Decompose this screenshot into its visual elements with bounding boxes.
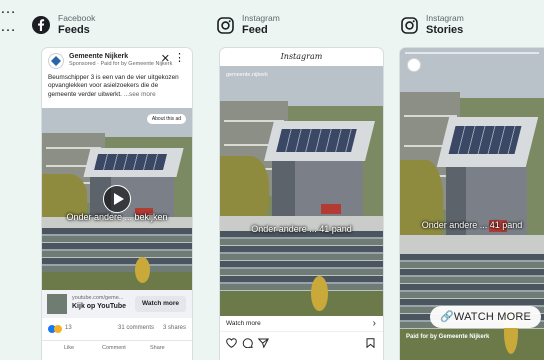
instagram-logo-icon: [398, 14, 420, 36]
video-subtitle: Onder andere ... bekijken: [66, 212, 168, 222]
watch-more-button[interactable]: Watch more: [135, 296, 186, 312]
watch-more-label[interactable]: Watch more: [226, 320, 261, 327]
instagram-stories-header: Instagram Stories: [398, 8, 464, 42]
watch-more-button[interactable]: 🔗WATCH MORE: [430, 306, 542, 328]
bookmark-icon[interactable]: [366, 338, 375, 351]
instagram-wordmark: Instagram: [280, 52, 323, 61]
engagement-stats: 13 31 comments 3 shares: [48, 324, 186, 336]
heart-icon[interactable]: [226, 338, 237, 351]
platform-label: Instagram: [242, 12, 280, 23]
instagram-feed-preview[interactable]: Instagram Onder andere ... 41 pand gemee…: [220, 48, 383, 360]
sponsored-line: Sponsored · Paid for by Gemeente Nijkerk: [69, 61, 173, 67]
facebook-feed-preview[interactable]: Gemeente Nijkerk Sponsored · Paid for by…: [42, 48, 192, 360]
facebook-logo-icon: [30, 14, 52, 36]
comment-count[interactable]: 31 comments: [118, 325, 154, 331]
like-button[interactable]: Like: [64, 345, 74, 351]
about-this-ad-button[interactable]: About this ad: [146, 114, 186, 124]
feed-video[interactable]: Onder andere ... 41 pand: [220, 66, 383, 316]
placement-label: Feed: [242, 23, 268, 36]
comment-button[interactable]: Comment: [102, 345, 126, 351]
watch-more-bar[interactable]: Watch more ›: [220, 316, 383, 332]
story-progress-bar: [405, 52, 539, 54]
platform-label: Instagram: [426, 12, 464, 23]
close-icon[interactable]: ✕: [161, 52, 170, 65]
love-reaction-icon: [54, 325, 62, 333]
see-more-link[interactable]: ...see more: [124, 91, 156, 98]
page-name[interactable]: Gemeente Nijkerk: [69, 53, 128, 60]
link-thumbnail: [47, 294, 67, 314]
more-options-icon[interactable]: ⋮: [174, 51, 185, 64]
instagram-logo-icon: [214, 14, 236, 36]
post-caption: Beumschipper 3 is een van de vier uitgek…: [48, 74, 186, 99]
facebook-post-header: Gemeente Nijkerk Sponsored · Paid for by…: [42, 48, 192, 108]
reaction-count[interactable]: 13: [65, 325, 72, 331]
share-button[interactable]: Share: [150, 345, 165, 351]
share-count[interactable]: 3 shares: [163, 325, 186, 331]
play-icon[interactable]: [103, 185, 131, 213]
video-subtitle: Onder andere ... 41 pand: [251, 224, 352, 234]
video-thumbnail[interactable]: About this ad Onder andere ... bekijken: [42, 108, 192, 290]
send-icon[interactable]: [257, 338, 270, 351]
paid-for-by-label: Paid for by Gemeente Nijkerk: [406, 334, 490, 340]
account-username[interactable]: gemeente.nijkerk: [226, 72, 268, 78]
facebook-feeds-header: Facebook Feeds: [30, 8, 95, 42]
instagram-feed-header: Instagram Feed: [214, 8, 280, 42]
placement-label: Stories: [426, 23, 464, 36]
page-avatar: [48, 53, 64, 69]
post-actions: Like Comment Share: [42, 340, 192, 354]
placement-label: Feeds: [58, 23, 90, 36]
post-action-icons: [226, 338, 377, 352]
link-preview[interactable]: youtube.com/geme... Kijk op YouTube Watc…: [42, 290, 192, 318]
link-title[interactable]: Kijk op YouTube: [72, 303, 126, 310]
chevron-right-icon[interactable]: ›: [373, 318, 376, 329]
platform-label: Facebook: [58, 12, 96, 23]
link-domain: youtube.com/geme...: [72, 295, 124, 301]
instagram-stories-preview[interactable]: Onder andere ... 41 pand 🔗WATCH MORE Pai…: [400, 48, 544, 360]
caption-text: Beumschipper 3 is een van de vier uitgek…: [48, 74, 179, 98]
account-avatar[interactable]: [407, 58, 421, 72]
video-subtitle: Onder andere ... 41 pand: [421, 220, 523, 230]
comment-icon[interactable]: [242, 338, 253, 351]
